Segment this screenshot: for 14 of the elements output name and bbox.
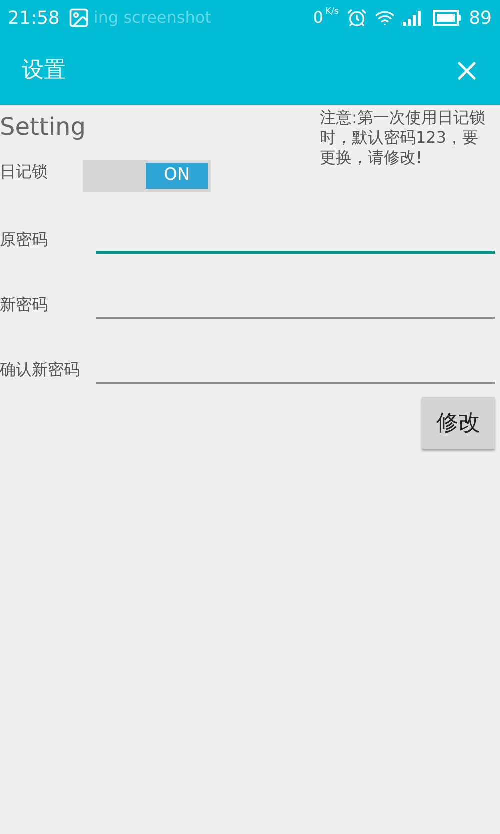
field-label: 原密码 — [0, 229, 49, 251]
battery-level: 89 — [469, 6, 492, 30]
lock-label: 日记锁 — [0, 161, 49, 183]
notification-ticker: ing screenshot — [94, 7, 212, 29]
note-text: 注意:第一次使用日记锁时，默认密码123，要更换，请修改! — [320, 108, 486, 168]
image-icon — [68, 7, 90, 29]
page-heading: Setting — [0, 112, 86, 143]
toolbar-title: 设置 — [22, 57, 66, 85]
battery-icon — [433, 10, 462, 26]
submit-button[interactable]: 修改 — [422, 397, 495, 449]
field-label: 确认新密码 — [0, 359, 81, 381]
status-time: 21:58 — [8, 6, 60, 30]
field-label: 新密码 — [0, 294, 49, 316]
alarm-icon — [347, 8, 368, 28]
